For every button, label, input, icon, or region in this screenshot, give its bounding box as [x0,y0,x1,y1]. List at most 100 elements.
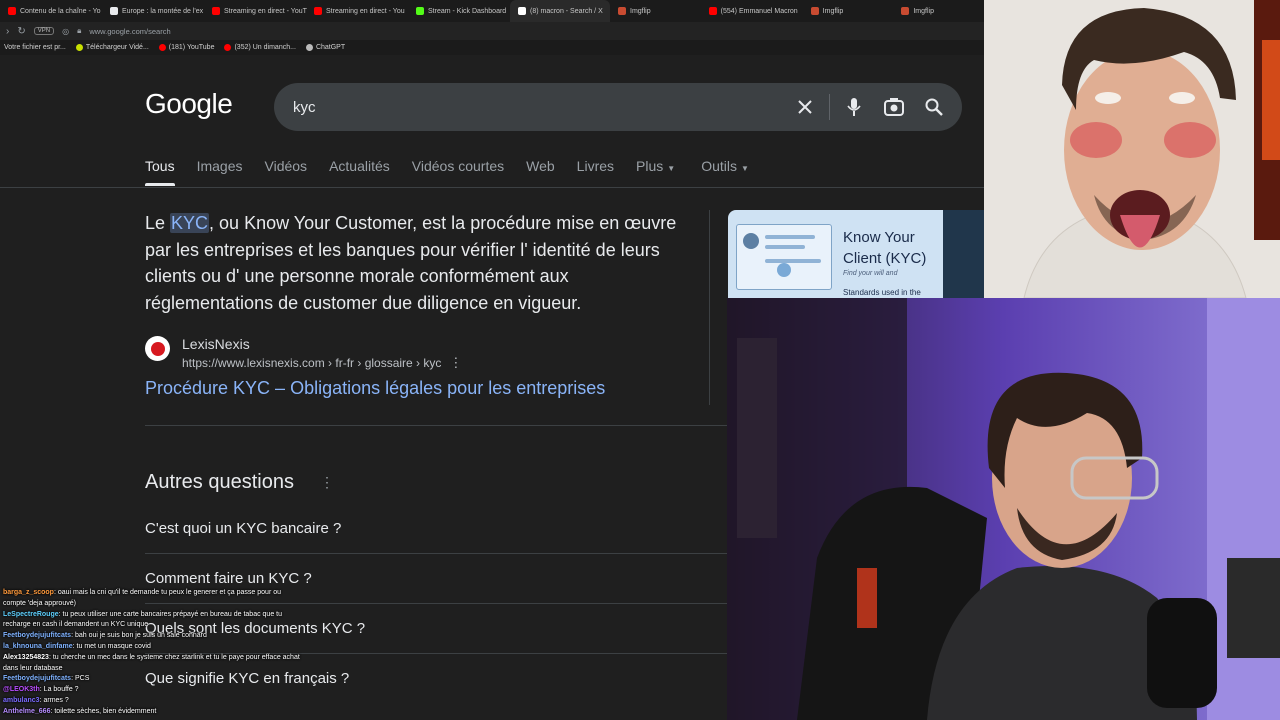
tab-more[interactable]: Plus ▼ [636,158,675,186]
browser-tab-label: (554) Emmanuel Macron [720,7,798,15]
bookmark-item[interactable]: (352) Un dimanch... [224,44,296,51]
lock-icon: 🔒︎ [77,26,82,35]
search-box[interactable]: kyc [274,83,962,131]
face-photo [984,0,1280,298]
image-card-subtitle: Find your will and [843,270,898,277]
browser-tab[interactable]: Europe : la montée de l'ex [102,0,204,22]
bookmark-label: Téléchargeur Vidé... [85,44,149,51]
chat-message: la_khnouna_dinfame: tu met un masque cov… [0,642,300,653]
browser-tab-label: Imgflip [822,7,844,15]
bookmark-label: ChatGPT [315,44,346,51]
reload-icon[interactable]: › [6,26,9,37]
source-url[interactable]: https://www.lexisnexis.com › fr-fr › glo… [182,355,462,371]
microphone-icon[interactable] [834,87,874,127]
tab-images[interactable]: Images [197,158,243,186]
source-site-name[interactable]: LexisNexis [182,336,462,352]
search-icon[interactable] [914,87,954,127]
tab-short-videos[interactable]: Vidéos courtes [412,158,504,186]
chat-username[interactable]: Alex13254823 [3,654,49,661]
browser-tab[interactable]: Stream - Kick Dashboard [408,0,510,22]
people-also-ask-title: Autres questions [145,471,294,493]
paa-question-1[interactable]: C'est quoi un KYC bancaire ? [145,503,727,553]
chat-message: Anthelme_666: toilette sèches, bien évid… [0,707,300,718]
image-card-title: Know Your Client (KYC) [843,227,926,269]
chat-username[interactable]: Feetboydejujufitcats [3,632,71,639]
section-divider [145,425,727,426]
browser-tab-label: Imgflip [630,7,651,15]
google-logo[interactable]: Google [145,88,233,120]
browser-tab[interactable]: Streaming en direct - YouT [204,0,307,22]
kyc-illustration-icon [736,224,832,290]
webcam-feed-reaction [984,0,1280,298]
snippet-highlight: KYC [170,213,210,233]
chat-username[interactable]: Feetboydejujufitcats [3,675,71,682]
bookmark-favicon-icon [224,44,232,51]
bookmark-label: (181) YouTube [168,44,215,51]
chat-username[interactable]: @LEOK3th [3,686,40,693]
browser-tab[interactable]: (8) macron - Search / X [510,0,610,22]
result-title-link[interactable]: Procédure KYC – Obligations légales pour… [145,378,605,399]
tab-favicon-icon [110,7,118,15]
chat-text: tu met un masque covid [76,642,151,650]
chat-username[interactable]: ambulanc3 [3,697,40,704]
chat-message: Feetboydejujufitcats: bah oui je suis bo… [0,631,300,642]
address-bar[interactable]: www.google.com/search [89,27,170,36]
bookmark-item[interactable]: (181) YouTube [158,44,215,51]
bookmark-label: Votre fichier est pr... [4,44,66,51]
chat-message: LeSpectreRouge: tu peux utiliser une car… [0,610,300,632]
location-icon[interactable]: ◎ [62,27,69,36]
chat-username[interactable]: LeSpectreRouge [3,611,59,618]
browser-tab-label: Streaming en direct - YouT [224,7,307,15]
tabs-divider [0,187,984,188]
webcam-feed-streamer [727,298,1280,720]
camera-lens-icon[interactable] [874,87,914,127]
chat-message: Alex13254823: tu cherche un mec dans le … [0,653,300,675]
browser-tab[interactable]: Contenu de la chaîne - Yo [0,0,102,22]
chat-username[interactable]: la_khnouna_dinfame [3,643,73,650]
snippet-lead: Le [145,213,171,233]
second-image-thumbnail[interactable] [943,210,984,298]
bookmark-item[interactable]: ChatGPT [305,44,346,51]
chat-username[interactable]: Anthelme_666 [3,708,50,715]
browser-tab[interactable]: Imgflip [893,0,984,22]
more-options-icon[interactable]: ⋮ [320,474,334,491]
chat-text: toilette sèches, bien évidemment [54,707,157,715]
browser-tab-label: Imgflip [913,7,934,15]
refresh-icon[interactable]: ↻ [17,26,25,37]
tab-web[interactable]: Web [526,158,555,186]
source-url-text: https://www.lexisnexis.com › fr-fr › glo… [182,356,442,370]
more-options-icon[interactable]: ⋮ [449,355,462,370]
bookmarks-bar: Votre fichier est pr... Téléchargeur Vidé… [0,40,984,55]
tab-all[interactable]: Tous [145,158,175,186]
tab-tools[interactable]: Outils ▼ [701,158,749,186]
source-details: LexisNexis https://www.lexisnexis.com › … [182,336,462,371]
search-input[interactable]: kyc [293,99,785,116]
clear-icon[interactable] [785,87,825,127]
chat-text: La bouffe ? [43,686,79,694]
tab-favicon-icon [708,7,717,15]
browser-tab[interactable]: Streaming en direct - You [306,0,408,22]
bookmark-item[interactable]: Téléchargeur Vidé... [75,44,149,51]
bookmark-favicon-icon [158,44,166,51]
chevron-down-icon: ▼ [740,164,749,173]
tab-news[interactable]: Actualités [329,158,390,186]
browser-toolbar: › ↻ VPN ◎ 🔒︎ www.google.com/search [0,22,984,40]
featured-snippet-text: Le KYC, ou Know Your Customer, est la pr… [145,210,690,316]
bookmark-item[interactable]: Votre fichier est pr... [4,44,66,51]
tab-books[interactable]: Livres [577,158,614,186]
kyc-image-thumbnail[interactable]: Know Your Client (KYC) Find your will and… [728,210,943,298]
browser-tab[interactable]: (554) Emmanuel Macron [701,0,803,22]
browser-tab[interactable]: Imgflip [610,0,701,22]
tab-favicon-icon [901,7,910,15]
chat-username[interactable]: barga_z_scoop [3,589,54,596]
vpn-badge[interactable]: VPN [33,27,55,35]
browser-tab[interactable]: Imgflip [803,0,894,22]
snippet-source[interactable]: LexisNexis https://www.lexisnexis.com › … [145,336,462,371]
tab-videos[interactable]: Vidéos [265,158,308,186]
tab-tools-label: Outils [701,158,737,174]
tab-more-label: Plus [636,158,664,174]
snippet-body: , ou Know Your Customer, est la procédur… [145,213,677,313]
tab-favicon-icon [212,7,220,15]
tab-favicon-icon [416,7,424,15]
chat-text: PCS [74,675,90,683]
